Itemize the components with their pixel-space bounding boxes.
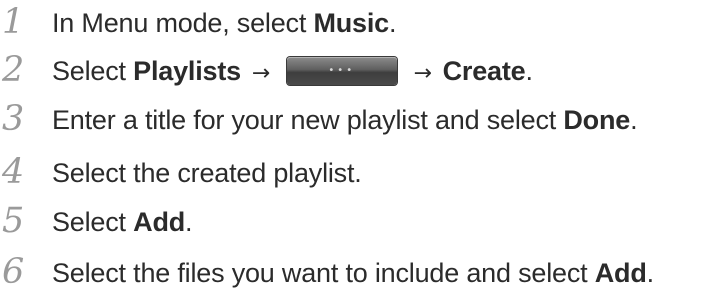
step-text-segment: Select	[52, 56, 134, 86]
step-text-segment: Select	[52, 207, 134, 237]
step-number: 1	[2, 2, 25, 42]
step-text-segment: Select the created playlist.	[52, 158, 362, 188]
step-number: 6	[2, 252, 25, 292]
step-1: 1 In Menu mode, select Music.	[0, 0, 727, 46]
step-text-segment: .	[646, 258, 655, 288]
ui-term: Done	[563, 105, 631, 135]
step-6: 6 Select the files you want to include an…	[0, 250, 727, 296]
step-text-segment: In Menu mode, select	[52, 8, 314, 38]
ui-term: Playlists	[133, 56, 241, 86]
ui-term: Create	[442, 56, 526, 86]
arrow-separator: →	[406, 61, 439, 86]
instruction-steps: 1 In Menu mode, select Music. 2 Select Play…	[0, 0, 727, 307]
ui-term: Add	[133, 207, 186, 237]
step-2: 2 Select Playlists → ••• → Create.	[0, 48, 727, 94]
step-text: Enter a title for your new playlist and …	[52, 102, 638, 138]
step-number: 2	[2, 50, 25, 90]
step-number: 5	[2, 201, 25, 241]
step-text: Select the created playlist.	[52, 155, 362, 191]
step-text-segment: .	[185, 207, 193, 237]
step-text-segment: .	[525, 56, 533, 86]
arrow-separator: →	[244, 61, 277, 86]
ui-term: Music	[313, 8, 389, 38]
step-text-segment: .	[630, 105, 638, 135]
step-text-segment: .	[388, 8, 397, 38]
more-options-icon: •••	[328, 64, 356, 76]
step-text: Select Playlists → ••• → Create.	[52, 53, 533, 92]
step-text: Select the files you want to include and…	[52, 255, 654, 291]
step-number: 4	[2, 152, 25, 192]
step-text-segment: Select the files you want to include and…	[52, 258, 595, 288]
step-text: In Menu mode, select Music.	[52, 5, 396, 41]
step-5: 5 Select Add.	[0, 199, 727, 245]
ui-term: Add	[594, 258, 647, 288]
more-options-button[interactable]: •••	[286, 56, 397, 85]
step-text-segment: Enter a title for your new playlist and …	[52, 105, 564, 135]
step-3: 3 Enter a title for your new playlist and…	[0, 97, 727, 143]
step-4: 4 Select the created playlist.	[0, 150, 727, 196]
step-text: Select Add.	[52, 204, 193, 240]
step-number: 3	[2, 99, 25, 139]
